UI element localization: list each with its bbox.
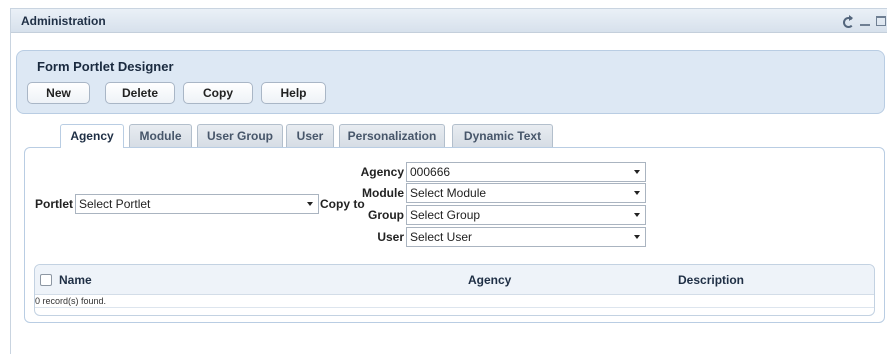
records-grid: Name Agency Description 0 record(s) foun… (34, 264, 875, 316)
tab-user[interactable]: User (286, 124, 334, 147)
portlet-label: Portlet (35, 197, 74, 211)
module-select[interactable]: Select Module (406, 183, 646, 203)
grid-divider (35, 307, 874, 308)
portlet-select[interactable]: Select Portlet (75, 194, 319, 214)
tab-agency[interactable]: Agency (60, 124, 124, 148)
group-label: Group (368, 208, 404, 222)
group-select-value: Select Group (410, 208, 481, 222)
form-portlet-designer-panel: Form Portlet Designer New Delete Copy He… (16, 50, 885, 114)
group-select[interactable]: Select Group (406, 205, 646, 225)
tab-personalization[interactable]: Personalization (339, 124, 445, 147)
portlet-select-value: Select Portlet (79, 197, 151, 211)
minimize-icon[interactable] (860, 24, 870, 26)
agency-label: Agency (360, 165, 404, 179)
copy-button[interactable]: Copy (183, 82, 253, 104)
designer-heading: Form Portlet Designer (37, 59, 174, 74)
agency-select[interactable]: 000666 (406, 162, 646, 182)
chevron-down-icon (634, 213, 640, 217)
column-header-description[interactable]: Description (678, 273, 744, 287)
delete-button[interactable]: Delete (105, 82, 175, 104)
column-header-name[interactable]: Name (59, 273, 92, 287)
user-select[interactable]: Select User (406, 227, 646, 247)
tab-user-group[interactable]: User Group (197, 124, 283, 147)
tab-dynamic-text[interactable]: Dynamic Text (452, 124, 553, 147)
copy-to-label: Copy to (320, 197, 365, 211)
select-all-checkbox[interactable] (40, 274, 52, 286)
window-controls (842, 13, 887, 29)
help-button[interactable]: Help (261, 82, 326, 104)
chevron-down-icon (307, 202, 313, 206)
portlet-title: Administration (21, 14, 106, 28)
new-button[interactable]: New (27, 82, 90, 104)
module-label: Module (362, 186, 404, 200)
column-header-agency[interactable]: Agency (468, 273, 511, 287)
agency-tab-content: Portlet Select Portlet Copy to Agency 00… (24, 147, 885, 323)
agency-select-value: 000666 (410, 165, 451, 179)
grid-header: Name Agency Description (35, 265, 874, 295)
chevron-down-icon (634, 235, 640, 239)
portlet-titlebar: Administration (11, 9, 887, 33)
maximize-icon[interactable] (876, 16, 886, 26)
tab-module[interactable]: Module (129, 124, 192, 147)
module-select-value: Select Module (410, 186, 487, 200)
user-label: User (377, 230, 404, 244)
chevron-down-icon (634, 170, 640, 174)
records-count-text: 0 record(s) found. (35, 296, 107, 306)
chevron-down-icon (634, 191, 640, 195)
refresh-icon[interactable] (842, 15, 854, 28)
user-select-value: Select User (410, 230, 473, 244)
